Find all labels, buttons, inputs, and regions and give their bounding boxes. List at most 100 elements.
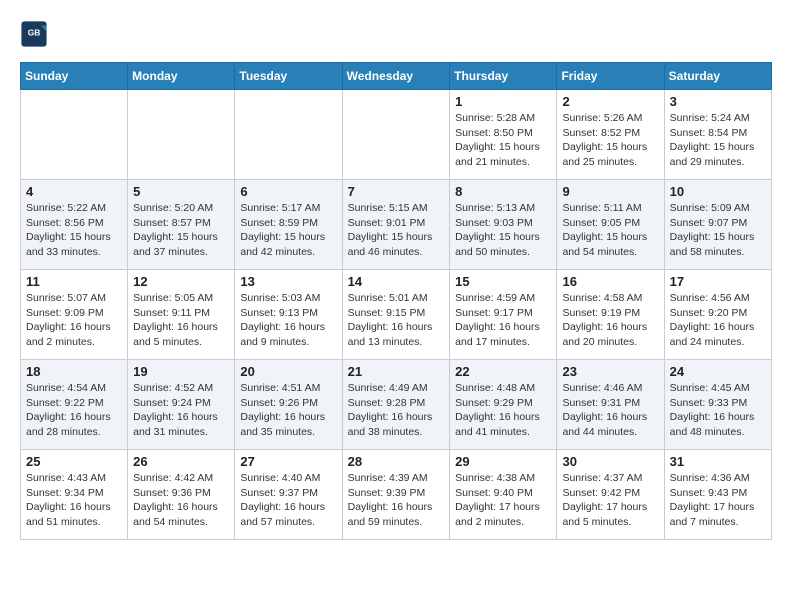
day-number: 8 [455,184,551,199]
day-number: 24 [670,364,766,379]
day-number: 23 [562,364,658,379]
day-info: Sunrise: 4:37 AM Sunset: 9:42 PM Dayligh… [562,471,658,530]
day-number: 12 [133,274,229,289]
day-info: Sunrise: 4:51 AM Sunset: 9:26 PM Dayligh… [240,381,336,440]
day-info: Sunrise: 4:48 AM Sunset: 9:29 PM Dayligh… [455,381,551,440]
day-info: Sunrise: 5:17 AM Sunset: 8:59 PM Dayligh… [240,201,336,260]
calendar-cell: 25 Sunrise: 4:43 AM Sunset: 9:34 PM Dayli… [21,450,128,540]
day-info: Sunrise: 4:59 AM Sunset: 9:17 PM Dayligh… [455,291,551,350]
day-info: Sunrise: 4:58 AM Sunset: 9:19 PM Dayligh… [562,291,658,350]
day-header-monday: Monday [128,63,235,90]
calendar-cell: 22 Sunrise: 4:48 AM Sunset: 9:29 PM Dayli… [450,360,557,450]
day-number: 26 [133,454,229,469]
day-number: 2 [562,94,658,109]
page-header: GB [20,20,772,52]
day-number: 9 [562,184,658,199]
day-info: Sunrise: 4:49 AM Sunset: 9:28 PM Dayligh… [348,381,445,440]
day-number: 11 [26,274,122,289]
day-number: 19 [133,364,229,379]
day-number: 25 [26,454,122,469]
day-info: Sunrise: 5:09 AM Sunset: 9:07 PM Dayligh… [670,201,766,260]
day-info: Sunrise: 5:15 AM Sunset: 9:01 PM Dayligh… [348,201,445,260]
calendar-cell: 31 Sunrise: 4:36 AM Sunset: 9:43 PM Dayli… [664,450,771,540]
calendar-table: SundayMondayTuesdayWednesdayThursdayFrid… [20,62,772,540]
calendar-cell: 14Sunrise: 5:01 AM Sunset: 9:15 PM Dayli… [342,270,450,360]
day-number: 15 [455,274,551,289]
day-number: 3 [670,94,766,109]
day-number: 5 [133,184,229,199]
day-info: Sunrise: 4:39 AM Sunset: 9:39 PM Dayligh… [348,471,445,530]
day-info: Sunrise: 4:46 AM Sunset: 9:31 PM Dayligh… [562,381,658,440]
day-info: Sunrise: 4:40 AM Sunset: 9:37 PM Dayligh… [240,471,336,530]
calendar-week-5: 25 Sunrise: 4:43 AM Sunset: 9:34 PM Dayli… [21,450,772,540]
calendar-cell: 2 Sunrise: 5:26 AM Sunset: 8:52 PM Daylig… [557,90,664,180]
calendar-cell: 18 Sunrise: 4:54 AM Sunset: 9:22 PM Dayli… [21,360,128,450]
day-number: 14 [348,274,445,289]
calendar-cell: 24 Sunrise: 4:45 AM Sunset: 9:33 PM Dayli… [664,360,771,450]
day-number: 28 [348,454,445,469]
day-number: 20 [240,364,336,379]
day-number: 16 [562,274,658,289]
svg-text:GB: GB [28,27,41,37]
day-number: 22 [455,364,551,379]
logo-icon: GB [20,20,48,48]
calendar-cell: 30 Sunrise: 4:37 AM Sunset: 9:42 PM Dayli… [557,450,664,540]
day-number: 7 [348,184,445,199]
day-info: Sunrise: 5:26 AM Sunset: 8:52 PM Dayligh… [562,111,658,170]
day-number: 1 [455,94,551,109]
day-number: 6 [240,184,336,199]
calendar-week-1: 1 Sunrise: 5:28 AM Sunset: 8:50 PM Daylig… [21,90,772,180]
calendar-cell: 3Sunrise: 5:24 AM Sunset: 8:54 PM Daylig… [664,90,771,180]
day-number: 4 [26,184,122,199]
day-number: 21 [348,364,445,379]
day-header-thursday: Thursday [450,63,557,90]
day-number: 29 [455,454,551,469]
calendar-cell: 1 Sunrise: 5:28 AM Sunset: 8:50 PM Daylig… [450,90,557,180]
day-info: Sunrise: 5:05 AM Sunset: 9:11 PM Dayligh… [133,291,229,350]
day-info: Sunrise: 5:22 AM Sunset: 8:56 PM Dayligh… [26,201,122,260]
calendar-week-4: 18 Sunrise: 4:54 AM Sunset: 9:22 PM Dayli… [21,360,772,450]
day-number: 31 [670,454,766,469]
day-info: Sunrise: 5:20 AM Sunset: 8:57 PM Dayligh… [133,201,229,260]
calendar-cell: 5 Sunrise: 5:20 AM Sunset: 8:57 PM Daylig… [128,180,235,270]
day-header-tuesday: Tuesday [235,63,342,90]
calendar-header-row: SundayMondayTuesdayWednesdayThursdayFrid… [21,63,772,90]
calendar-week-3: 11Sunrise: 5:07 AM Sunset: 9:09 PM Dayli… [21,270,772,360]
calendar-cell: 9Sunrise: 5:11 AM Sunset: 9:05 PM Daylig… [557,180,664,270]
day-info: Sunrise: 4:52 AM Sunset: 9:24 PM Dayligh… [133,381,229,440]
calendar-cell: 17 Sunrise: 4:56 AM Sunset: 9:20 PM Dayli… [664,270,771,360]
calendar-cell: 7 Sunrise: 5:15 AM Sunset: 9:01 PM Daylig… [342,180,450,270]
calendar-cell: 27Sunrise: 4:40 AM Sunset: 9:37 PM Dayli… [235,450,342,540]
day-number: 17 [670,274,766,289]
calendar-cell: 6 Sunrise: 5:17 AM Sunset: 8:59 PM Daylig… [235,180,342,270]
calendar-cell: 8 Sunrise: 5:13 AM Sunset: 9:03 PM Daylig… [450,180,557,270]
day-info: Sunrise: 4:45 AM Sunset: 9:33 PM Dayligh… [670,381,766,440]
calendar-cell: 29 Sunrise: 4:38 AM Sunset: 9:40 PM Dayli… [450,450,557,540]
day-info: Sunrise: 4:43 AM Sunset: 9:34 PM Dayligh… [26,471,122,530]
day-info: Sunrise: 5:13 AM Sunset: 9:03 PM Dayligh… [455,201,551,260]
calendar-cell: 11Sunrise: 5:07 AM Sunset: 9:09 PM Dayli… [21,270,128,360]
day-info: Sunrise: 4:42 AM Sunset: 9:36 PM Dayligh… [133,471,229,530]
day-info: Sunrise: 5:28 AM Sunset: 8:50 PM Dayligh… [455,111,551,170]
day-number: 18 [26,364,122,379]
calendar-cell [21,90,128,180]
calendar-cell [342,90,450,180]
calendar-cell: 4 Sunrise: 5:22 AM Sunset: 8:56 PM Daylig… [21,180,128,270]
day-number: 30 [562,454,658,469]
calendar-cell [235,90,342,180]
day-info: Sunrise: 4:54 AM Sunset: 9:22 PM Dayligh… [26,381,122,440]
calendar-cell: 23 Sunrise: 4:46 AM Sunset: 9:31 PM Dayli… [557,360,664,450]
day-header-wednesday: Wednesday [342,63,450,90]
day-info: Sunrise: 4:36 AM Sunset: 9:43 PM Dayligh… [670,471,766,530]
day-info: Sunrise: 5:03 AM Sunset: 9:13 PM Dayligh… [240,291,336,350]
day-info: Sunrise: 4:56 AM Sunset: 9:20 PM Dayligh… [670,291,766,350]
day-number: 13 [240,274,336,289]
day-header-friday: Friday [557,63,664,90]
calendar-cell: 13 Sunrise: 5:03 AM Sunset: 9:13 PM Dayli… [235,270,342,360]
day-info: Sunrise: 4:38 AM Sunset: 9:40 PM Dayligh… [455,471,551,530]
calendar-cell: 20 Sunrise: 4:51 AM Sunset: 9:26 PM Dayli… [235,360,342,450]
calendar-cell [128,90,235,180]
calendar-week-2: 4 Sunrise: 5:22 AM Sunset: 8:56 PM Daylig… [21,180,772,270]
calendar-cell: 26 Sunrise: 4:42 AM Sunset: 9:36 PM Dayli… [128,450,235,540]
day-header-saturday: Saturday [664,63,771,90]
